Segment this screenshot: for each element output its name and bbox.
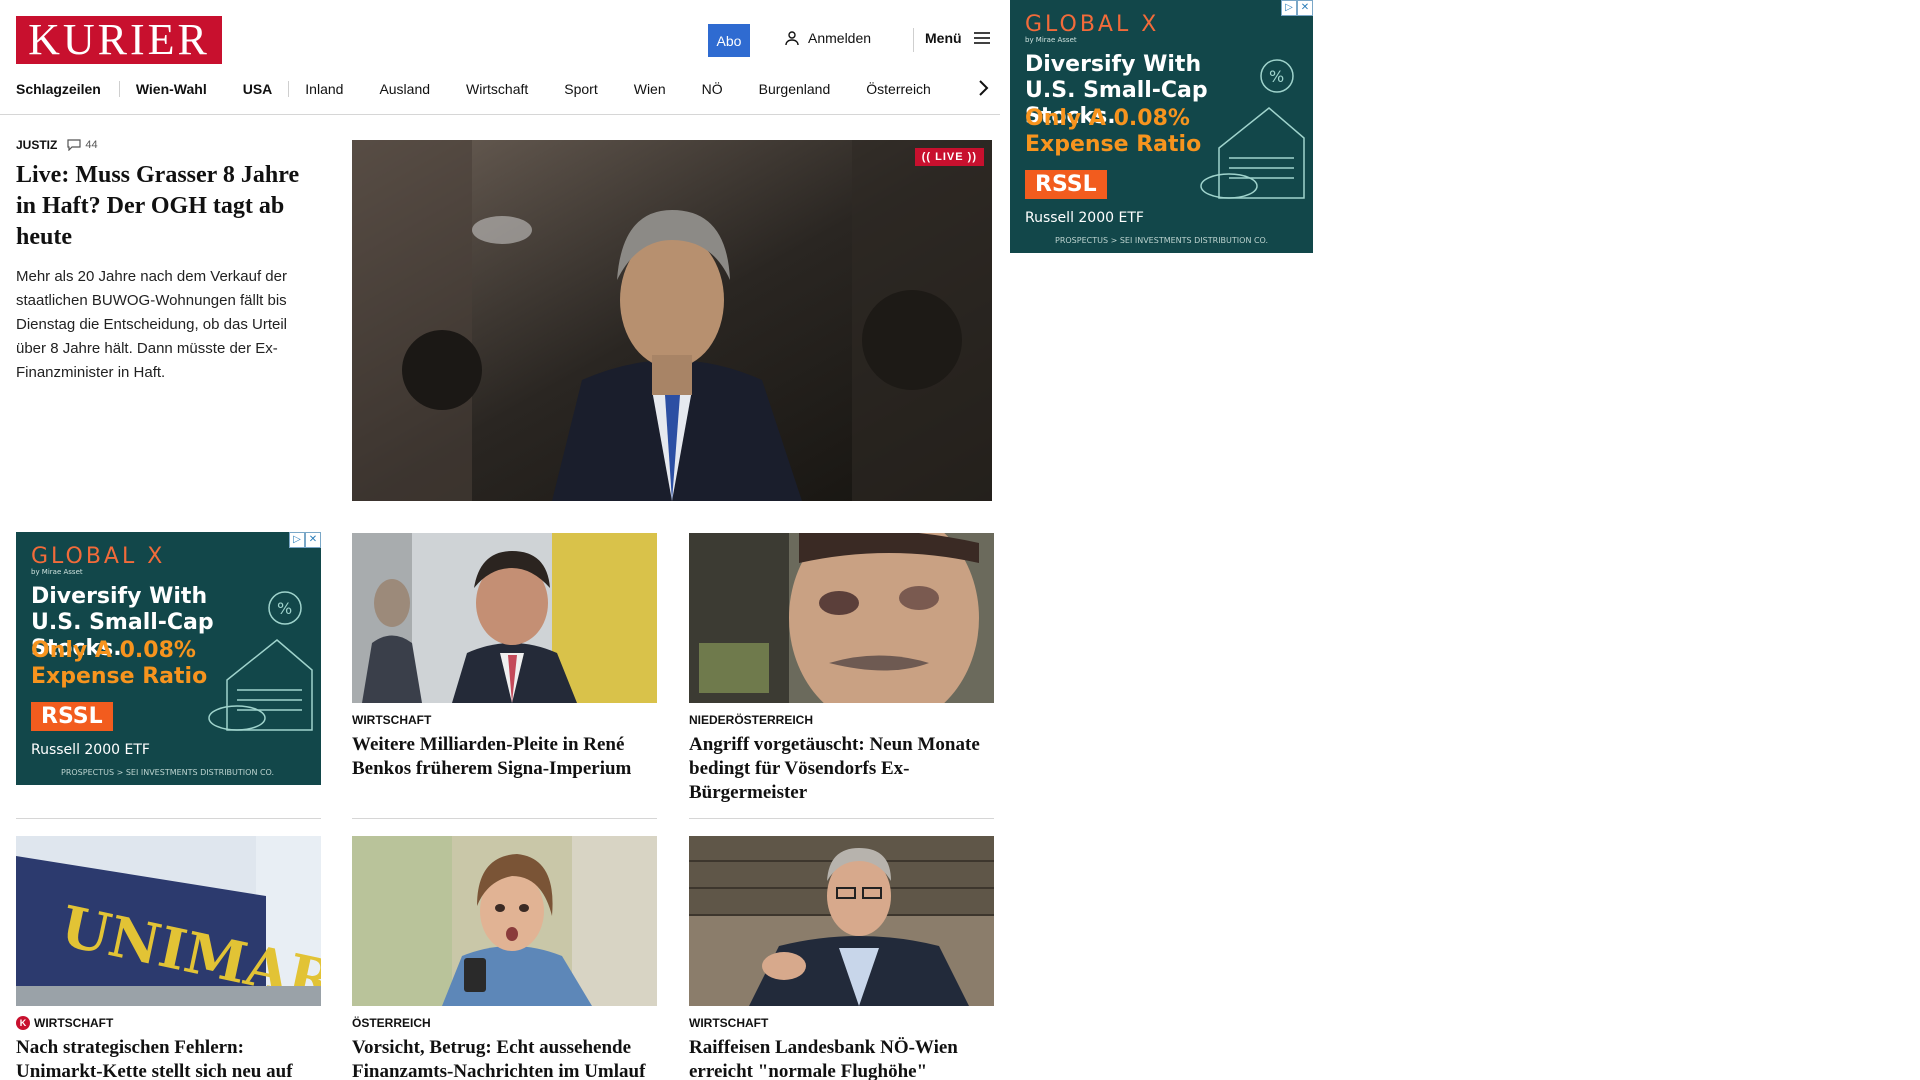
login-button[interactable]: Anmelden [784,30,871,46]
user-icon [785,31,799,46]
article-card[interactable]: ÖSTERREICH Vorsicht, Betrug: Echt ausseh… [352,836,657,1080]
logo-text: KURIER [28,15,210,64]
card-kicker-label: WIRTSCHAFT [34,1016,114,1030]
kurier-plus-icon: K [16,1016,30,1030]
ad-ticker: RSSL [1025,170,1107,199]
header-divider [913,28,914,52]
divider [16,818,321,819]
card-kicker: NIEDERÖSTERREICH [689,713,814,727]
lead-photo [352,140,992,501]
live-badge: (( LIVE )) [914,148,984,166]
lead-kicker: JUSTIZ 44 [16,138,321,152]
nav-item-noe[interactable]: NÖ [702,81,723,97]
article-card[interactable]: UNIMARKT K WIRTSCHAFT Nach strategischen… [16,836,321,1080]
divider [689,818,994,819]
article-thumbnail [352,533,657,703]
card-title[interactable]: Vorsicht, Betrug: Echt aussehende Finanz… [352,1036,657,1080]
adchoices-icon[interactable]: ▷ ✕ [289,532,321,548]
menu-button[interactable]: Menü [925,30,990,46]
section-nav: Schlagzeilen Wien-Wahl USA Inland Auslan… [16,78,967,100]
nav-item-ausland[interactable]: Ausland [379,81,430,97]
svg-text:%: % [1269,67,1284,86]
comment-icon [67,139,81,151]
card-kicker: WIRTSCHAFT [689,1016,769,1030]
article-thumbnail [352,836,657,1006]
hamburger-icon [973,32,990,44]
card-title[interactable]: Nach strategischen Fehlern: Unimarkt-Ket… [16,1036,321,1080]
lead-title[interactable]: Live: Muss Grasser 8 Jahre in Haft? Der … [16,160,321,253]
article-thumbnail [689,533,994,703]
lead-kicker-label: JUSTIZ [16,138,58,152]
lead-image[interactable]: (( LIVE )) [352,140,992,501]
nav-item-wien[interactable]: Wien [634,81,666,97]
adchoices-icon[interactable]: ▷ ✕ [1281,0,1313,16]
nav-item-oesterreich[interactable]: Österreich [866,81,931,97]
chevron-right-icon[interactable] [976,78,990,98]
menu-label: Menü [925,30,962,46]
house-illustration-icon: % [1200,59,1305,199]
ad-etf: Russell 2000 ETF [31,742,150,758]
ad-banner-inline[interactable]: ▷ ✕ GLOBAL X by Mirae Asset Diversify Wit… [16,532,321,785]
svg-text:%: % [277,599,292,618]
nav-item-wien-wahl[interactable]: Wien-Wahl [136,81,207,97]
card-title[interactable]: Angriff vorgetäuscht: Neun Monate beding… [689,733,994,805]
house-illustration-icon: % [208,591,313,731]
nav-item-usa[interactable]: USA [243,81,273,97]
kurier-logo[interactable]: KURIER [16,16,222,64]
card-kicker: K WIRTSCHAFT [16,1016,321,1030]
nav-item-wirtschaft[interactable]: Wirtschaft [466,81,528,97]
card-title[interactable]: Raiffeisen Landesbank NÖ-Wien erreicht "… [689,1036,994,1080]
ad-prospectus[interactable]: PROSPECTUS > SEI INVESTMENTS DISTRIBUTIO… [61,768,274,777]
card-title[interactable]: Weitere Milliarden-Pleite in René Benkos… [352,733,657,781]
ad-banner-top[interactable]: ▷ ✕ GLOBAL X by Mirae Asset Diversify Wit… [1010,0,1313,253]
lead-article[interactable]: JUSTIZ 44 Live: Muss Grasser 8 Jahre in … [16,138,321,385]
live-label: LIVE [935,151,964,163]
article-thumbnail: UNIMARKT [16,836,321,1006]
comment-count[interactable]: 44 [67,139,98,151]
ad-brand: GLOBAL X [31,544,166,569]
article-card[interactable]: NIEDERÖSTERREICH Angriff vorgetäuscht: N… [689,533,994,805]
abo-button[interactable]: Abo [708,24,750,57]
ad-brand-sub: by Mirae Asset [31,568,83,576]
lead-teaser: Mehr als 20 Jahre nach dem Verkauf der s… [16,268,287,381]
ad-etf: Russell 2000 ETF [1025,210,1144,226]
site-header: KURIER Abo Anmelden Menü Schlagzeilen Wi… [0,0,1000,115]
nav-separator [118,81,120,97]
ad-brand-sub: by Mirae Asset [1025,36,1077,44]
card-kicker: WIRTSCHAFT [352,713,432,727]
divider [352,818,657,819]
ad-prospectus[interactable]: PROSPECTUS > SEI INVESTMENTS DISTRIBUTIO… [1055,236,1268,245]
nav-item-inland[interactable]: Inland [305,81,343,97]
article-thumbnail [689,836,994,1006]
ad-brand: GLOBAL X [1025,12,1160,37]
nav-item-schlagzeilen[interactable]: Schlagzeilen [16,81,101,97]
article-card[interactable]: WIRTSCHAFT Weitere Milliarden-Pleite in … [352,533,657,781]
nav-separator [288,81,290,97]
nav-item-burgenland[interactable]: Burgenland [759,81,831,97]
login-label: Anmelden [808,30,872,46]
comment-count-value: 44 [85,139,98,151]
ad-ticker: RSSL [31,702,113,731]
nav-item-sport[interactable]: Sport [564,81,597,97]
article-card[interactable]: WIRTSCHAFT Raiffeisen Landesbank NÖ-Wien… [689,836,994,1080]
card-kicker: ÖSTERREICH [352,1016,431,1030]
